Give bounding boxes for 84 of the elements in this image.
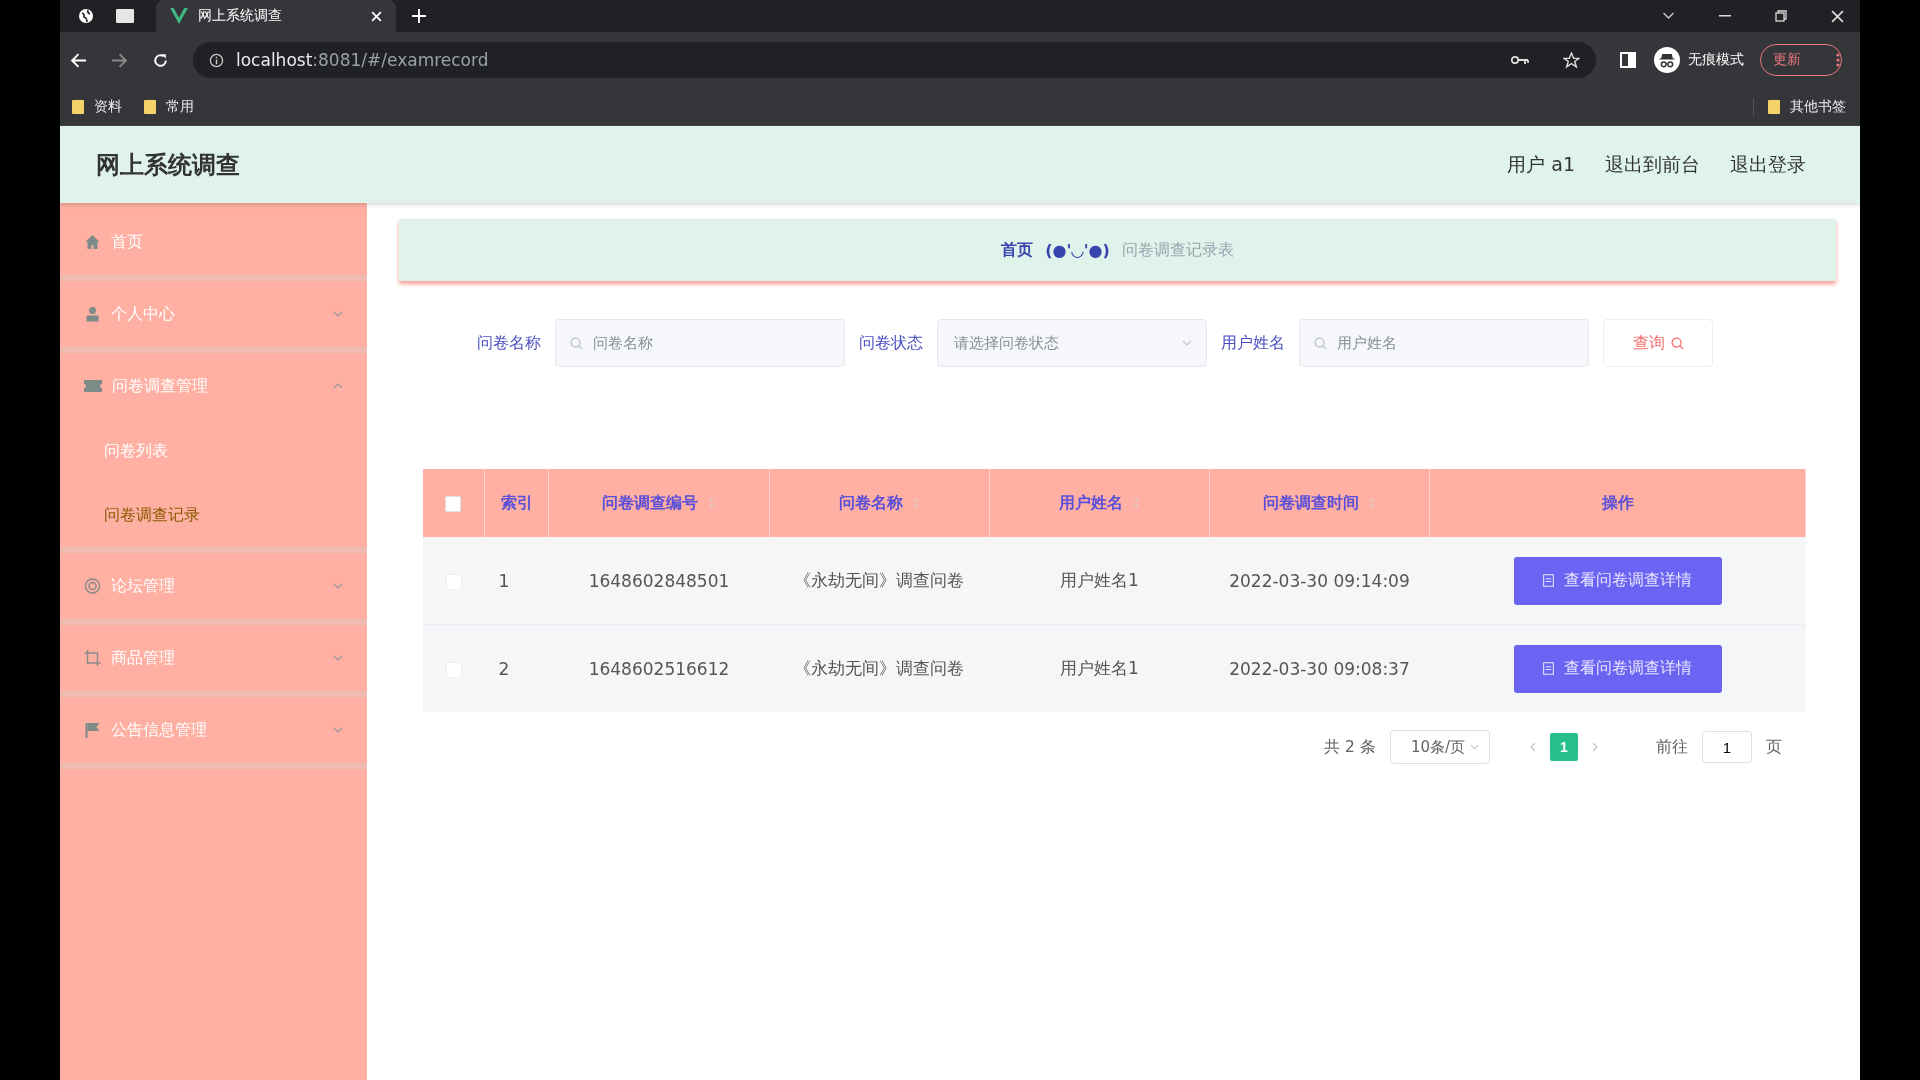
star-icon[interactable]: [1563, 51, 1580, 69]
page-unit: 页: [1766, 736, 1782, 758]
status-input[interactable]: 请选择问卷状态: [952, 333, 1174, 353]
search-icon: [1314, 336, 1327, 350]
minimize-icon[interactable]: [1719, 15, 1731, 17]
view-details-button[interactable]: 查看问卷调查详情: [1513, 644, 1722, 693]
breadcrumb-home[interactable]: 首页: [1001, 239, 1034, 261]
update-button[interactable]: 更新: [1760, 44, 1842, 76]
status-select[interactable]: 请选择问卷状态: [937, 319, 1207, 367]
header-link[interactable]: 退出到前台: [1605, 151, 1700, 178]
restore-icon[interactable]: [1775, 10, 1787, 22]
search-button[interactable]: 查询: [1603, 319, 1713, 367]
chevron-down-icon[interactable]: [1662, 12, 1675, 20]
folder-icon: [1768, 99, 1780, 114]
info-icon[interactable]: [209, 52, 224, 68]
side-panel-icon[interactable]: [1620, 52, 1636, 68]
home-icon: [84, 234, 101, 250]
table-cell: 《永劫无间》调查问卷: [794, 658, 965, 678]
search-input[interactable]: 问卷名称: [591, 333, 830, 353]
column-header: 操作: [1429, 469, 1806, 537]
other-bookmarks[interactable]: 其他书签: [1753, 97, 1846, 116]
ticket-icon: [84, 379, 102, 393]
vue-logo-icon: [170, 8, 188, 24]
header-link[interactable]: 退出登录: [1730, 151, 1806, 178]
search-field[interactable]: 用户姓名: [1299, 319, 1589, 367]
table-cell: 用户姓名1: [1059, 570, 1139, 590]
table-cell: 2: [498, 658, 510, 679]
column-header: 用户姓名: [989, 469, 1210, 537]
checkbox[interactable]: [445, 496, 462, 512]
incognito-label: 无痕模式: [1688, 51, 1744, 69]
table-cell: 2022-03-30 09:14:09: [1229, 570, 1410, 591]
page-button[interactable]: 1: [1550, 733, 1578, 761]
person-icon: [84, 306, 101, 322]
page-size-select[interactable]: 10条/页: [1390, 730, 1490, 764]
crop-icon: [84, 650, 101, 666]
folder-icon: [72, 99, 84, 114]
table-cell: 用户姓名1: [1059, 658, 1139, 678]
key-icon[interactable]: [1511, 55, 1529, 65]
search-input[interactable]: 用户姓名: [1335, 333, 1574, 353]
bookmark[interactable]: 资料: [72, 97, 122, 116]
more-icon[interactable]: [1836, 52, 1840, 68]
table-cell: 《永劫无间》调查问卷: [794, 570, 965, 590]
column-header: 问卷调查时间: [1209, 469, 1430, 537]
emoticon: (●'◡'●): [1045, 240, 1110, 260]
document-icon: [1543, 574, 1555, 587]
reload-icon[interactable]: [152, 51, 169, 69]
app-title: 网上系统调查: [96, 149, 240, 181]
search-icon: [1670, 336, 1684, 350]
column-header: 问卷名称: [769, 469, 990, 537]
url-text: localhost:8081/#/examrecord: [236, 50, 489, 70]
view-details-button[interactable]: 查看问卷调查详情: [1513, 556, 1722, 605]
table-cell: 1648602516612: [588, 658, 730, 679]
address-field[interactable]: localhost:8081/#/examrecord: [193, 42, 1596, 78]
bookmark[interactable]: 常用: [144, 97, 194, 116]
chevron-down-icon: [1470, 744, 1479, 750]
field-label: 问卷名称: [477, 332, 541, 354]
search-field[interactable]: 问卷名称: [555, 319, 845, 367]
chevron-down-icon: [1182, 340, 1192, 346]
tab-title: 网上系统调查: [198, 7, 283, 25]
table-cell: 2022-03-30 09:08:37: [1229, 658, 1410, 679]
field-label: 问卷状态: [859, 332, 923, 354]
page-number-field[interactable]: 1: [1702, 731, 1752, 763]
total-count: 共 2 条: [1323, 736, 1376, 758]
search-icon: [570, 336, 583, 350]
breadcrumb-current: 问卷调查记录表: [1121, 239, 1234, 261]
back-icon[interactable]: [70, 51, 87, 69]
incognito-icon[interactable]: [1654, 47, 1680, 73]
sidebar-subitem[interactable]: 问卷调查记录: [60, 483, 367, 547]
forward-icon[interactable]: [111, 51, 128, 69]
header-link[interactable]: 用户 a1: [1507, 151, 1575, 178]
close-icon[interactable]: [1831, 9, 1844, 23]
new-tab-icon[interactable]: [412, 9, 426, 23]
table-cell: 1648602848501: [588, 570, 730, 591]
globe-icon[interactable]: [78, 8, 94, 24]
browser-tab[interactable]: 网上系统调查: [156, 0, 396, 32]
table-cell: 1: [498, 570, 510, 591]
goto-label: 前往: [1656, 736, 1688, 758]
document-icon: [1543, 662, 1555, 675]
column-header: 问卷调查编号: [548, 469, 770, 537]
flag-icon: [84, 722, 101, 738]
target-icon: [84, 578, 101, 594]
field-label: 用户姓名: [1221, 332, 1285, 354]
folder-icon: [144, 99, 156, 114]
column-header: 索引: [484, 469, 549, 537]
